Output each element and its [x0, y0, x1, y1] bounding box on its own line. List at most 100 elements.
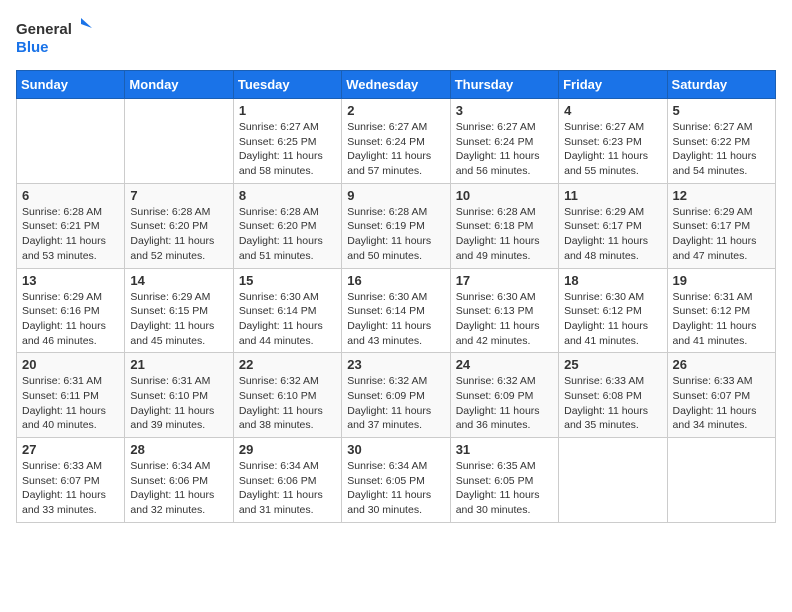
- day-info: Sunrise: 6:27 AM Sunset: 6:23 PM Dayligh…: [564, 120, 661, 179]
- day-number: 17: [456, 273, 553, 288]
- day-info: Sunrise: 6:30 AM Sunset: 6:13 PM Dayligh…: [456, 290, 553, 349]
- calendar-day-cell: 18Sunrise: 6:30 AM Sunset: 6:12 PM Dayli…: [559, 268, 667, 353]
- day-number: 27: [22, 442, 119, 457]
- calendar-day-cell: 8Sunrise: 6:28 AM Sunset: 6:20 PM Daylig…: [233, 183, 341, 268]
- calendar-day-cell: 14Sunrise: 6:29 AM Sunset: 6:15 PM Dayli…: [125, 268, 233, 353]
- svg-text:General: General: [16, 21, 72, 38]
- calendar-day-cell: [17, 99, 125, 184]
- day-number: 3: [456, 103, 553, 118]
- calendar-day-cell: 9Sunrise: 6:28 AM Sunset: 6:19 PM Daylig…: [342, 183, 450, 268]
- day-info: Sunrise: 6:33 AM Sunset: 6:07 PM Dayligh…: [22, 459, 119, 518]
- calendar-day-cell: [667, 438, 775, 523]
- calendar-day-cell: 23Sunrise: 6:32 AM Sunset: 6:09 PM Dayli…: [342, 353, 450, 438]
- calendar-day-cell: 26 Sunrise: 6:33 AM Sunset: 6:07 PM Dayli…: [667, 353, 775, 438]
- day-info: Sunrise: 6:27 AM Sunset: 6:24 PM Dayligh…: [347, 120, 444, 179]
- calendar-day-cell: [559, 438, 667, 523]
- day-info: Sunrise: 6:34 AM Sunset: 6:06 PM Dayligh…: [239, 459, 336, 518]
- calendar-day-cell: 5Sunrise: 6:27 AM Sunset: 6:22 PM Daylig…: [667, 99, 775, 184]
- day-number: 15: [239, 273, 336, 288]
- day-number: 23: [347, 357, 444, 372]
- day-info: Sunrise: 6:27 AM Sunset: 6:22 PM Dayligh…: [673, 120, 770, 179]
- calendar-week-row: 13 Sunrise: 6:29 AM Sunset: 6:16 PM Dayli…: [17, 268, 776, 353]
- day-number: 1: [239, 103, 336, 118]
- weekday-cell: Saturday: [667, 71, 775, 99]
- day-info: Sunrise: 6:31 AM Sunset: 6:12 PM Dayligh…: [673, 290, 770, 349]
- calendar-day-cell: 27 Sunrise: 6:33 AM Sunset: 6:07 PM Dayli…: [17, 438, 125, 523]
- calendar-day-cell: 24 Sunrise: 6:32 AM Sunset: 6:09 PM Dayli…: [450, 353, 558, 438]
- day-number: 8: [239, 188, 336, 203]
- calendar-day-cell: 22 Sunrise: 6:32 AM Sunset: 6:10 PM Dayli…: [233, 353, 341, 438]
- day-info: Sunrise: 6:28 AM Sunset: 6:19 PM Dayligh…: [347, 205, 444, 264]
- day-info: Sunrise: 6:33 AM Sunset: 6:08 PM Dayligh…: [564, 374, 661, 433]
- day-info: Sunrise: 6:27 AM Sunset: 6:24 PM Dayligh…: [456, 120, 553, 179]
- weekday-cell: Tuesday: [233, 71, 341, 99]
- weekday-header-row: SundayMondayTuesdayWednesdayThursdayFrid…: [17, 71, 776, 99]
- calendar-table: SundayMondayTuesdayWednesdayThursdayFrid…: [16, 70, 776, 523]
- day-info: Sunrise: 6:32 AM Sunset: 6:10 PM Dayligh…: [239, 374, 336, 433]
- day-number: 2: [347, 103, 444, 118]
- weekday-cell: Sunday: [17, 71, 125, 99]
- day-info: Sunrise: 6:28 AM Sunset: 6:21 PM Dayligh…: [22, 205, 119, 264]
- calendar-day-cell: 1 Sunrise: 6:27 AM Sunset: 6:25 PM Daylig…: [233, 99, 341, 184]
- day-number: 12: [673, 188, 770, 203]
- day-info: Sunrise: 6:34 AM Sunset: 6:06 PM Dayligh…: [130, 459, 227, 518]
- weekday-cell: Wednesday: [342, 71, 450, 99]
- calendar-day-cell: 15 Sunrise: 6:30 AM Sunset: 6:14 PM Dayli…: [233, 268, 341, 353]
- calendar-day-cell: 29 Sunrise: 6:34 AM Sunset: 6:06 PM Dayli…: [233, 438, 341, 523]
- day-info: Sunrise: 6:35 AM Sunset: 6:05 PM Dayligh…: [456, 459, 553, 518]
- day-number: 24: [456, 357, 553, 372]
- day-info: Sunrise: 6:30 AM Sunset: 6:14 PM Dayligh…: [347, 290, 444, 349]
- calendar-day-cell: 19 Sunrise: 6:31 AM Sunset: 6:12 PM Dayli…: [667, 268, 775, 353]
- logo: General Blue: [16, 16, 96, 58]
- day-number: 30: [347, 442, 444, 457]
- day-number: 29: [239, 442, 336, 457]
- day-number: 25: [564, 357, 661, 372]
- day-info: Sunrise: 6:29 AM Sunset: 6:17 PM Dayligh…: [564, 205, 661, 264]
- day-info: Sunrise: 6:29 AM Sunset: 6:17 PM Dayligh…: [673, 205, 770, 264]
- calendar-day-cell: 12 Sunrise: 6:29 AM Sunset: 6:17 PM Dayli…: [667, 183, 775, 268]
- day-info: Sunrise: 6:29 AM Sunset: 6:16 PM Dayligh…: [22, 290, 119, 349]
- calendar-day-cell: 11 Sunrise: 6:29 AM Sunset: 6:17 PM Dayli…: [559, 183, 667, 268]
- calendar-day-cell: 17 Sunrise: 6:30 AM Sunset: 6:13 PM Dayli…: [450, 268, 558, 353]
- page-header: General Blue: [16, 16, 776, 58]
- day-number: 13: [22, 273, 119, 288]
- day-number: 7: [130, 188, 227, 203]
- calendar-day-cell: 20Sunrise: 6:31 AM Sunset: 6:11 PM Dayli…: [17, 353, 125, 438]
- day-number: 19: [673, 273, 770, 288]
- calendar-day-cell: [125, 99, 233, 184]
- day-info: Sunrise: 6:31 AM Sunset: 6:10 PM Dayligh…: [130, 374, 227, 433]
- calendar-day-cell: 30 Sunrise: 6:34 AM Sunset: 6:05 PM Dayli…: [342, 438, 450, 523]
- calendar-day-cell: 25 Sunrise: 6:33 AM Sunset: 6:08 PM Dayli…: [559, 353, 667, 438]
- day-number: 28: [130, 442, 227, 457]
- calendar-week-row: 27 Sunrise: 6:33 AM Sunset: 6:07 PM Dayli…: [17, 438, 776, 523]
- calendar-day-cell: 2 Sunrise: 6:27 AM Sunset: 6:24 PM Daylig…: [342, 99, 450, 184]
- day-number: 11: [564, 188, 661, 203]
- day-number: 26: [673, 357, 770, 372]
- weekday-cell: Thursday: [450, 71, 558, 99]
- weekday-cell: Monday: [125, 71, 233, 99]
- day-number: 21: [130, 357, 227, 372]
- day-info: Sunrise: 6:27 AM Sunset: 6:25 PM Dayligh…: [239, 120, 336, 179]
- calendar-day-cell: 7 Sunrise: 6:28 AM Sunset: 6:20 PM Daylig…: [125, 183, 233, 268]
- day-number: 6: [22, 188, 119, 203]
- day-info: Sunrise: 6:29 AM Sunset: 6:15 PM Dayligh…: [130, 290, 227, 349]
- day-info: Sunrise: 6:33 AM Sunset: 6:07 PM Dayligh…: [673, 374, 770, 433]
- day-number: 10: [456, 188, 553, 203]
- calendar-day-cell: 6 Sunrise: 6:28 AM Sunset: 6:21 PM Daylig…: [17, 183, 125, 268]
- day-info: Sunrise: 6:28 AM Sunset: 6:20 PM Dayligh…: [130, 205, 227, 264]
- calendar-day-cell: 28 Sunrise: 6:34 AM Sunset: 6:06 PM Dayli…: [125, 438, 233, 523]
- day-info: Sunrise: 6:34 AM Sunset: 6:05 PM Dayligh…: [347, 459, 444, 518]
- calendar-day-cell: 4 Sunrise: 6:27 AM Sunset: 6:23 PM Daylig…: [559, 99, 667, 184]
- day-number: 4: [564, 103, 661, 118]
- day-info: Sunrise: 6:30 AM Sunset: 6:14 PM Dayligh…: [239, 290, 336, 349]
- calendar-week-row: 6 Sunrise: 6:28 AM Sunset: 6:21 PM Daylig…: [17, 183, 776, 268]
- weekday-cell: Friday: [559, 71, 667, 99]
- calendar-day-cell: 16 Sunrise: 6:30 AM Sunset: 6:14 PM Dayli…: [342, 268, 450, 353]
- day-number: 22: [239, 357, 336, 372]
- calendar-body: 1 Sunrise: 6:27 AM Sunset: 6:25 PM Daylig…: [17, 99, 776, 523]
- day-info: Sunrise: 6:32 AM Sunset: 6:09 PM Dayligh…: [456, 374, 553, 433]
- day-number: 16: [347, 273, 444, 288]
- day-info: Sunrise: 6:31 AM Sunset: 6:11 PM Dayligh…: [22, 374, 119, 433]
- day-number: 31: [456, 442, 553, 457]
- calendar-day-cell: 13 Sunrise: 6:29 AM Sunset: 6:16 PM Dayli…: [17, 268, 125, 353]
